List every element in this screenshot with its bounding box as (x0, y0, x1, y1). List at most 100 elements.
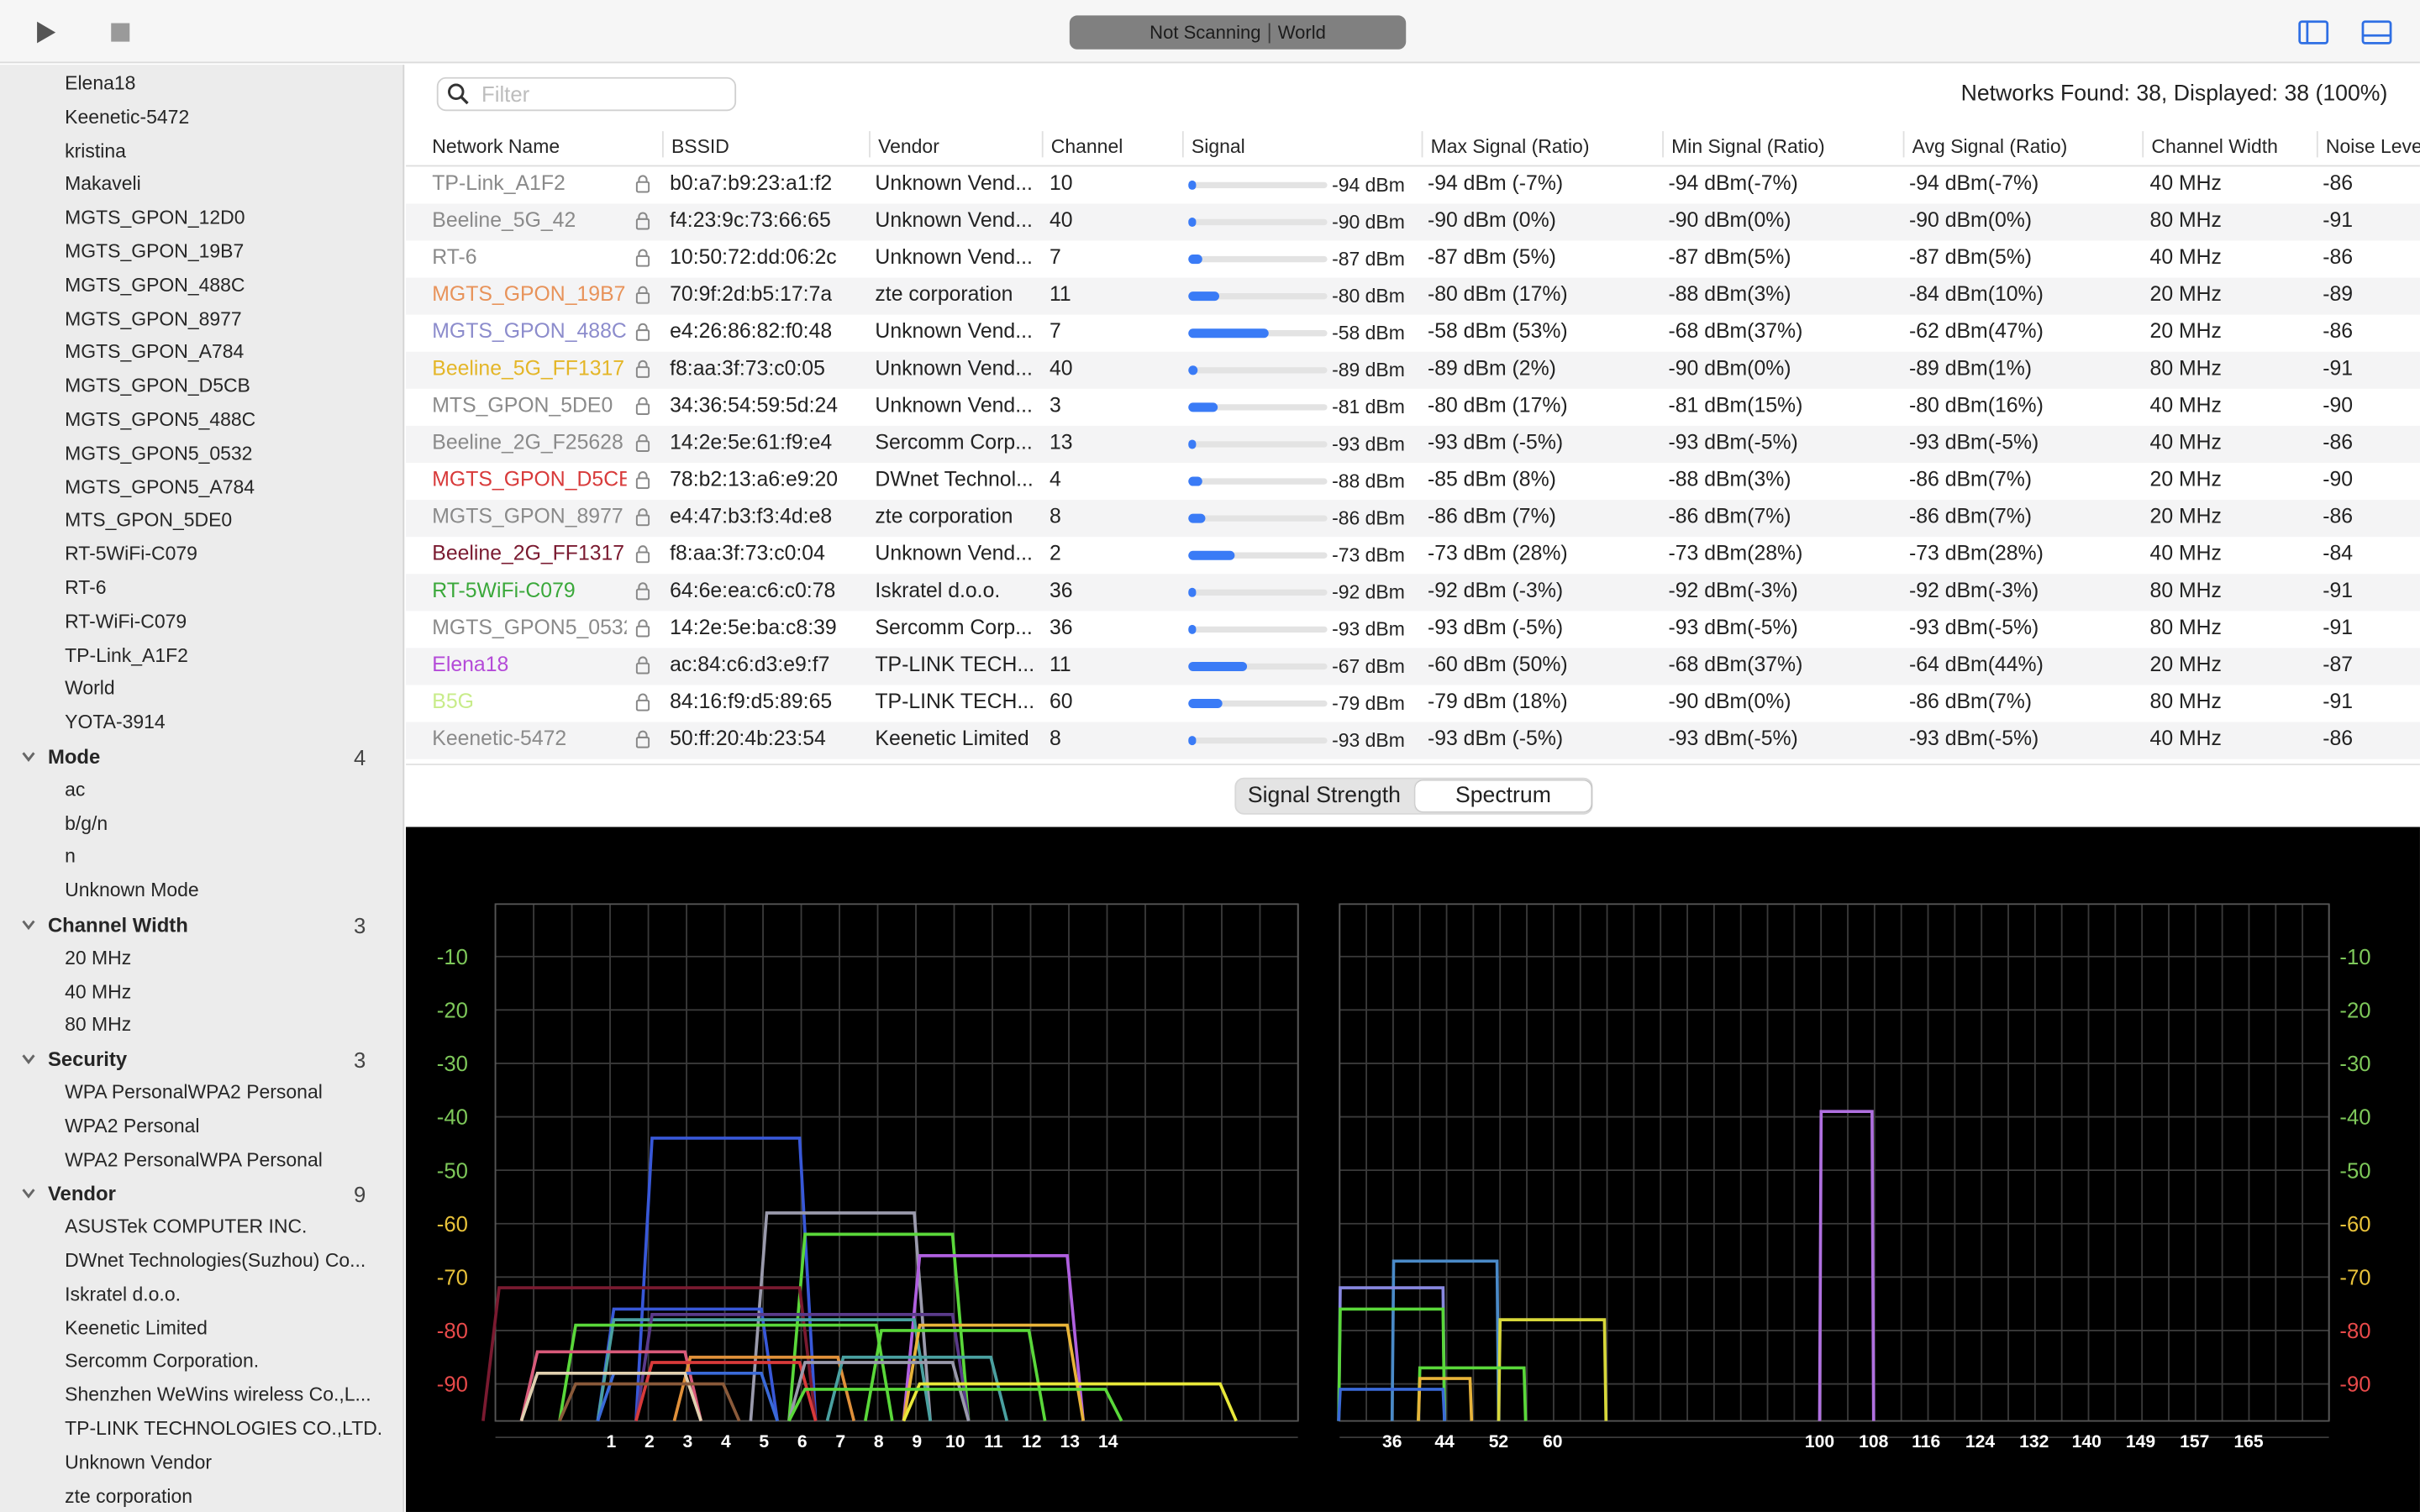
sidebar-group-vendor[interactable]: Vendor 9 (22, 1182, 376, 1206)
sidebar-item-ssid[interactable]: MGTS_GPON_19B7 (65, 241, 382, 263)
sidebar-item-ssid[interactable]: World (65, 678, 382, 700)
sidebar-item-ssid[interactable]: MTS_GPON_5DE0 (65, 510, 382, 532)
sidebar-item-mode[interactable]: n (65, 846, 382, 868)
table-row[interactable]: MGTS_GPON_19B7 70:9f:2d:b5:17:7a zte corpo… (406, 277, 2420, 315)
column-header[interactable]: Channel Width (2151, 134, 2278, 162)
table-row[interactable]: MGTS_GPON_D5CB 78:b2:13:a6:e9:20 DWnet Tec… (406, 463, 2420, 500)
signal-bar-fill (1188, 255, 1202, 265)
table-row[interactable]: Beeline_5G_42 f4:23:9c:73:66:65 Unknown Ve… (406, 203, 2420, 241)
sidebar-item-ssid[interactable]: MGTS_GPON5_488C (65, 409, 382, 431)
sidebar-item-ssid[interactable]: MGTS_GPON_12D0 (65, 207, 382, 228)
sidebar-item-channel-width[interactable]: 80 MHz (65, 1014, 382, 1036)
vendor-cell: Sercomm Corp... (875, 615, 1033, 639)
sidebar-item-vendor[interactable]: TP-LINK TECHNOLOGIES CO.,LTD. (65, 1418, 382, 1440)
column-header[interactable]: Signal (1192, 134, 1245, 162)
sidebar-item-ssid[interactable]: MGTS_GPON_A784 (65, 342, 382, 364)
sidebar-item-vendor[interactable]: Keenetic Limited (65, 1317, 382, 1339)
avg-signal-cell: -90 dBm(0%) (1908, 207, 2033, 232)
column-header[interactable]: Vendor (878, 134, 939, 162)
tab-spectrum[interactable]: Spectrum (1415, 780, 1591, 812)
sidebar-item-ssid[interactable]: kristina (65, 139, 382, 161)
sidebar-item-vendor[interactable]: Unknown Vendor (65, 1452, 382, 1473)
table-row[interactable]: Beeline_2G_FF1317 f8:aa:3f:73:c0:04 Unknow… (406, 537, 2420, 574)
sidebar-item-ssid[interactable]: RT-6 (65, 577, 382, 599)
table-row[interactable]: MGTS_GPON5_0532 14:2e:5e:ba:c8:39 Sercomm … (406, 611, 2420, 648)
tab-signal-strength[interactable]: Signal Strength (1236, 780, 1412, 813)
signal-bar-fill (1188, 328, 1270, 339)
column-divider (1041, 131, 1044, 158)
y-tick-label: -40 (437, 1106, 468, 1130)
sidebar-item-ssid[interactable]: MGTS_GPON_8977 (65, 308, 382, 330)
scan-status-text: Not Scanning (1150, 21, 1261, 44)
table-row[interactable]: Beeline_5G_FF1317 f8:aa:3f:73:c0:05 Unknow… (406, 351, 2420, 389)
spectrum-trace-5ghz (1497, 1318, 1608, 1421)
filter-field[interactable] (436, 76, 737, 112)
signal-bar (1188, 736, 1328, 746)
sidebar-item-mode[interactable]: b/g/n (65, 812, 382, 834)
bssid-cell: 84:16:f9:d5:89:65 (670, 690, 833, 713)
sidebar-item-vendor[interactable]: DWnet Technologies(Suzhou) Co... (65, 1250, 382, 1272)
sidebar-item-ssid[interactable]: MGTS_GPON_D5CB (65, 375, 382, 397)
column-header[interactable]: BSSID (671, 134, 729, 162)
sidebar-item-ssid[interactable]: TP-Link_A1F2 (65, 644, 382, 666)
table-row[interactable]: Beeline_2G_F25628 14:2e:5e:61:f9:e4 Sercom… (406, 425, 2420, 464)
table-row[interactable]: MGTS_GPON_8977 e4:47:b3:f3:4d:e8 zte corpo… (406, 500, 2420, 538)
column-divider (1662, 131, 1664, 158)
play-button[interactable] (29, 15, 63, 49)
sidebar-item-channel-width[interactable]: 20 MHz (65, 947, 382, 969)
bssid-cell: ac:84:c6:d3:e9:f7 (670, 652, 830, 676)
sidebar-item-security[interactable]: WPA PersonalWPA2 Personal (65, 1082, 382, 1104)
table-row[interactable]: RT-6 10:50:72:dd:06:2c Unknown Vend... 7 -87… (406, 241, 2420, 278)
signal-bar-fill (1188, 587, 1197, 597)
sidebar-item-ssid[interactable]: Keenetic-5472 (65, 106, 382, 128)
column-header[interactable]: Channel (1051, 134, 1123, 162)
table-row[interactable]: MTS_GPON_5DE0 34:36:54:59:5d:24 Unknown Ve… (406, 389, 2420, 426)
table-row[interactable]: Keenetic-5472 50:ff:20:4b:23:54 Keenetic L… (406, 722, 2420, 759)
sidebar-group-security[interactable]: Security 3 (22, 1047, 376, 1072)
sidebar-item-ssid[interactable]: MGTS_GPON_488C (65, 275, 382, 297)
sidebar-item-ssid[interactable]: MGTS_GPON5_0532 (65, 443, 382, 465)
sidebar-item-channel-width[interactable]: 40 MHz (65, 980, 382, 1002)
column-header[interactable]: Avg Signal (Ratio) (1912, 134, 2068, 162)
sidebar-item-vendor[interactable]: Shenzhen WeWins wireless Co.,L... (65, 1384, 382, 1406)
lock-icon (635, 249, 650, 267)
toggle-sidebar-button[interactable] (2296, 15, 2330, 49)
channel-cell: 8 (1049, 504, 1061, 528)
sidebar-item-ssid[interactable]: MGTS_GPON5_A784 (65, 476, 382, 498)
table-row[interactable]: B5G 84:16:f9:d5:89:65 TP-LINK TECH... 60 -79… (406, 685, 2420, 722)
sidebar-item-ssid[interactable]: Elena18 (65, 72, 382, 94)
stop-button[interactable] (103, 15, 137, 49)
x-tick-label: 165 (2233, 1432, 2263, 1452)
sidebar-item-vendor[interactable]: Iskratel d.o.o. (65, 1284, 382, 1305)
scan-status-pill[interactable]: Not Scanning World (1069, 15, 1407, 50)
column-header[interactable]: Network Name (432, 134, 560, 162)
column-header[interactable]: Max Signal (Ratio) (1431, 134, 1590, 162)
column-header[interactable]: Noise Leve (2326, 134, 2420, 162)
table-row[interactable]: Elena18 ac:84:c6:d3:e9:f7 TP-LINK TECH... 1… (406, 648, 2420, 685)
sidebar-item-ssid[interactable]: RT-WiFi-C079 (65, 611, 382, 633)
channel-width-cell: 40 MHz (2149, 245, 2222, 269)
sidebar-item-vendor[interactable]: ASUSTek COMPUTER INC. (65, 1216, 382, 1238)
max-signal-cell: -93 dBm (-5%) (1427, 430, 1564, 454)
max-signal-cell: -93 dBm (-5%) (1427, 727, 1564, 750)
sidebar-item-ssid[interactable]: YOTA-3914 (65, 711, 382, 733)
table-row[interactable]: MGTS_GPON_488C e4:26:86:82:f0:48 Unknown V… (406, 315, 2420, 352)
table-row[interactable]: RT-5WiFi-C079 64:6e:ea:c6:c0:78 Iskratel d… (406, 574, 2420, 612)
y-tick-label: -10 (437, 946, 468, 969)
channel-cell: 10 (1049, 171, 1073, 195)
filter-input[interactable] (481, 81, 713, 107)
sidebar-group-mode[interactable]: Mode 4 (22, 744, 376, 769)
sidebar-item-security[interactable]: WPA2 PersonalWPA Personal (65, 1149, 382, 1171)
sidebar-group-channel-width[interactable]: Channel Width 3 (22, 912, 376, 937)
sidebar-item-vendor[interactable]: Sercomm Corporation. (65, 1351, 382, 1373)
sidebar-item-mode[interactable]: Unknown Mode (65, 879, 382, 901)
sidebar-item-vendor[interactable]: zte corporation (65, 1485, 382, 1507)
toggle-bottom-panel-button[interactable] (2360, 15, 2393, 49)
table-row[interactable]: TP-Link_A1F2 b0:a7:b9:23:a1:f2 Unknown Ven… (406, 166, 2420, 203)
sidebar-item-mode[interactable]: ac (65, 779, 382, 801)
sidebar-item-security[interactable]: WPA2 Personal (65, 1116, 382, 1137)
x-tick-label: 11 (984, 1432, 1003, 1452)
sidebar-item-ssid[interactable]: Makaveli (65, 173, 382, 195)
column-header[interactable]: Min Signal (Ratio) (1671, 134, 1824, 162)
sidebar-item-ssid[interactable]: RT-5WiFi-C079 (65, 543, 382, 565)
